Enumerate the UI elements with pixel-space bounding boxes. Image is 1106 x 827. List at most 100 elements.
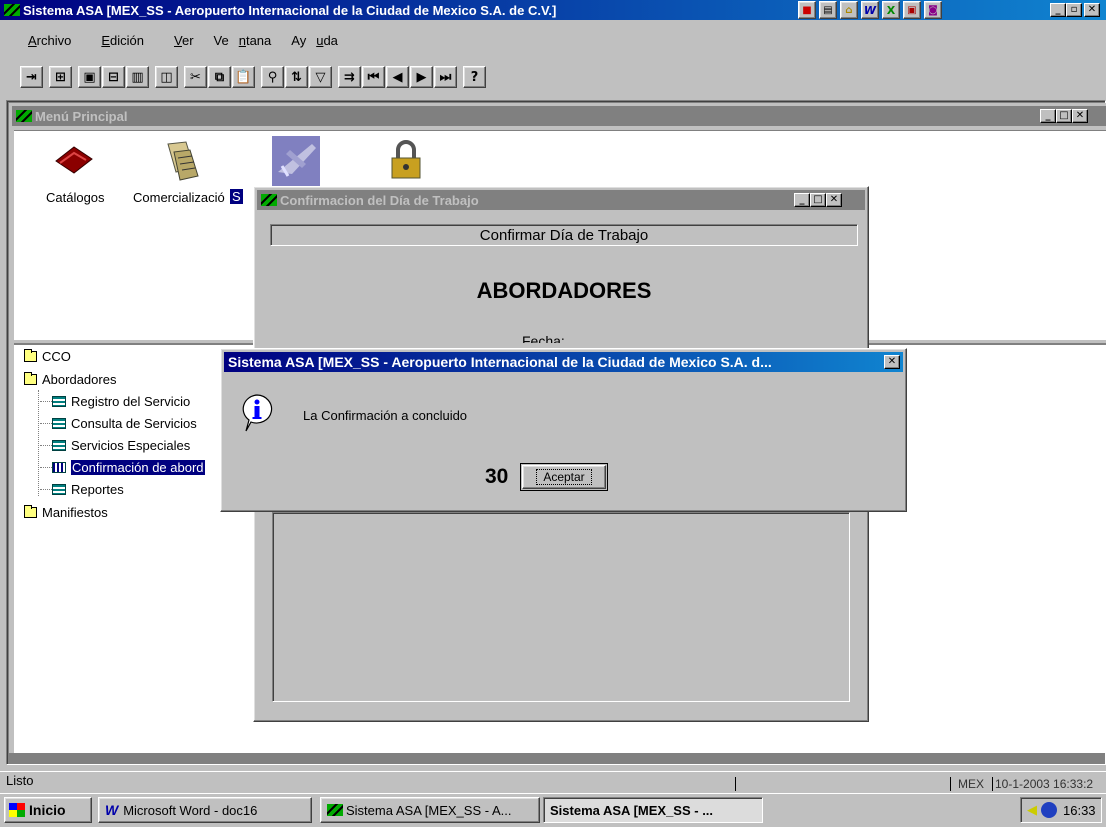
menu-bar: Archivo Edición Ver Ve ntana Ay uda bbox=[18, 32, 358, 48]
last-record-icon[interactable]: ⏭ bbox=[434, 66, 457, 88]
tree-item-consulta[interactable]: Consulta de Servicios bbox=[40, 416, 197, 431]
word-icon[interactable]: W bbox=[861, 1, 879, 19]
tree-item-abordadores[interactable]: Abordadores bbox=[24, 372, 116, 387]
filter-icon[interactable]: ▽ bbox=[309, 66, 332, 88]
maximize-icon[interactable]: □ bbox=[1056, 109, 1072, 123]
sheet-icon bbox=[52, 440, 66, 451]
confirm-header-box: Confirmar Día de Trabajo bbox=[270, 224, 858, 246]
notepad-icon[interactable]: ▤ bbox=[819, 1, 837, 19]
menu-principal-title-bar[interactable]: Menú Principal bbox=[12, 106, 1106, 126]
speaker-icon[interactable]: ◀ bbox=[1027, 802, 1037, 818]
status-text: Listo bbox=[6, 773, 34, 788]
documents-icon[interactable] bbox=[160, 140, 204, 182]
toolbar: ⇥ ⊞ ▣ ⊟ ▥ ◫ ✂ ⧉ 📋 ⚲ ⇅ ▽ ⇉ ⏮ ◀ ▶ ⏭ ? bbox=[20, 64, 492, 90]
insert-row-icon[interactable]: ⊟ bbox=[102, 66, 125, 88]
confirm-window-title: Confirmacion del Día de Trabajo bbox=[280, 192, 479, 208]
retrieve-icon[interactable]: ⇉ bbox=[338, 66, 361, 88]
folder-open-icon bbox=[24, 372, 37, 385]
menu-ayuda[interactable]: Ay uda bbox=[291, 33, 348, 48]
restore-icon[interactable]: ▫ bbox=[1066, 3, 1082, 17]
status-separator bbox=[735, 777, 736, 791]
app-title: Sistema ASA [MEX_SS - Aeropuerto Interna… bbox=[23, 2, 557, 18]
help-icon[interactable]: ? bbox=[463, 66, 486, 88]
copy-icon[interactable]: ⧉ bbox=[208, 66, 231, 88]
taskbar-task-label: Sistema ASA [MEX_SS - ... bbox=[550, 802, 714, 818]
menu-archivo[interactable]: Archivo bbox=[18, 33, 81, 48]
access-icon[interactable]: ◙ bbox=[924, 1, 942, 19]
office-icon[interactable]: ■ bbox=[798, 1, 816, 19]
confirm-panel bbox=[272, 512, 850, 702]
close-icon[interactable]: ✕ bbox=[884, 355, 900, 369]
save-icon[interactable]: ▣ bbox=[78, 66, 101, 88]
windows-logo-icon bbox=[9, 803, 25, 817]
countdown-counter: 30 bbox=[485, 465, 509, 488]
minimize-icon[interactable]: _ bbox=[1040, 109, 1056, 123]
maximize-icon[interactable]: □ bbox=[810, 193, 826, 207]
powerpoint-icon[interactable]: ▣ bbox=[903, 1, 921, 19]
asa-logo-icon bbox=[16, 110, 32, 122]
confirm-header: Confirmar Día de Trabajo bbox=[479, 226, 649, 244]
prev-record-icon[interactable]: ◀ bbox=[386, 66, 409, 88]
folder-icon bbox=[24, 349, 37, 362]
excel-icon[interactable]: X bbox=[882, 1, 900, 19]
close-icon[interactable]: ✕ bbox=[1084, 3, 1100, 17]
asa-logo-icon bbox=[327, 804, 343, 816]
menu-ventana[interactable]: Ve ntana bbox=[214, 33, 282, 48]
close-icon[interactable]: ✕ bbox=[826, 193, 842, 207]
padlock-icon[interactable] bbox=[386, 140, 426, 180]
tree-item-cco[interactable]: CCO bbox=[24, 349, 71, 364]
start-label: Inicio bbox=[29, 802, 66, 818]
menu-ver[interactable]: Ver bbox=[164, 33, 204, 48]
message-box-title: Sistema ASA [MEX_SS - Aeropuerto Interna… bbox=[228, 354, 772, 370]
status-server: MEX bbox=[958, 777, 985, 791]
tree-item-especiales[interactable]: Servicios Especiales bbox=[40, 438, 190, 453]
icon-label-comercializacion[interactable]: Comercializació bbox=[133, 190, 231, 205]
message-box-buttons: ✕ bbox=[884, 355, 900, 369]
sort-icon[interactable]: ⇅ bbox=[285, 66, 308, 88]
tree-item-confirmacion[interactable]: Confirmación de abord bbox=[40, 460, 205, 475]
system-tray: ◀ 16:33 bbox=[1020, 797, 1102, 823]
close-icon[interactable]: ✕ bbox=[1072, 109, 1088, 123]
airplane-icon[interactable] bbox=[272, 136, 320, 186]
minimize-icon[interactable]: _ bbox=[794, 193, 810, 207]
book-icon[interactable] bbox=[52, 143, 96, 177]
status-separator bbox=[992, 777, 993, 791]
start-button[interactable]: Inicio bbox=[4, 797, 92, 823]
minimize-icon[interactable]: _ bbox=[1050, 3, 1066, 17]
tree-item-manifiestos[interactable]: Manifiestos bbox=[24, 505, 108, 520]
asa-logo-icon bbox=[261, 194, 277, 206]
sheet-icon bbox=[52, 396, 66, 407]
taskbar-task-asa-active[interactable]: Sistema ASA [MEX_SS - ... bbox=[543, 797, 763, 823]
find-icon[interactable]: ⚲ bbox=[261, 66, 284, 88]
next-record-icon[interactable]: ▶ bbox=[410, 66, 433, 88]
ok-button[interactable]: Aceptar bbox=[520, 463, 608, 491]
network-icon[interactable] bbox=[1041, 802, 1057, 818]
open-folder-icon[interactable]: ⌂ bbox=[840, 1, 858, 19]
tree-item-reportes[interactable]: Reportes bbox=[40, 482, 124, 497]
menu-edicion[interactable]: Edición bbox=[91, 33, 154, 48]
menu-principal-title: Menú Principal bbox=[35, 108, 128, 124]
paste-icon[interactable]: 📋 bbox=[232, 66, 255, 88]
taskbar-clock[interactable]: 16:33 bbox=[1063, 803, 1096, 818]
message-box-title-bar[interactable]: Sistema ASA [MEX_SS - Aeropuerto Interna… bbox=[224, 352, 903, 372]
tree-icon[interactable]: ⊞ bbox=[49, 66, 72, 88]
exit-icon[interactable]: ⇥ bbox=[20, 66, 43, 88]
sheet-icon bbox=[52, 418, 66, 429]
word-icon: W bbox=[105, 802, 119, 818]
taskbar-task-word[interactable]: W Microsoft Word - doc16 bbox=[98, 797, 312, 823]
cut-icon[interactable]: ✂ bbox=[184, 66, 207, 88]
icon-label-catalogos[interactable]: Catálogos bbox=[46, 190, 105, 205]
message-text: La Confirmación a concluido bbox=[303, 408, 468, 423]
print-preview-icon[interactable]: ◫ bbox=[155, 66, 178, 88]
delete-icon[interactable]: ▥ bbox=[126, 66, 149, 88]
confirm-window-buttons: _ □ ✕ bbox=[794, 193, 842, 207]
status-datetime: 10-1-2003 16:33:2 bbox=[995, 777, 1094, 791]
icon-label-servicios[interactable]: S bbox=[230, 189, 243, 204]
taskbar-task-asa[interactable]: Sistema ASA [MEX_SS - A... bbox=[320, 797, 540, 823]
tree-item-registro[interactable]: Registro del Servicio bbox=[40, 394, 190, 409]
confirm-window-title-bar[interactable]: Confirmacion del Día de Trabajo bbox=[257, 190, 865, 210]
status-bar: Listo MEX 10-1-2003 16:33:2 bbox=[0, 771, 1106, 791]
sheet-icon bbox=[52, 484, 66, 495]
app-window-buttons: _ ▫ ✕ bbox=[1050, 3, 1100, 17]
first-record-icon[interactable]: ⏮ bbox=[362, 66, 385, 88]
